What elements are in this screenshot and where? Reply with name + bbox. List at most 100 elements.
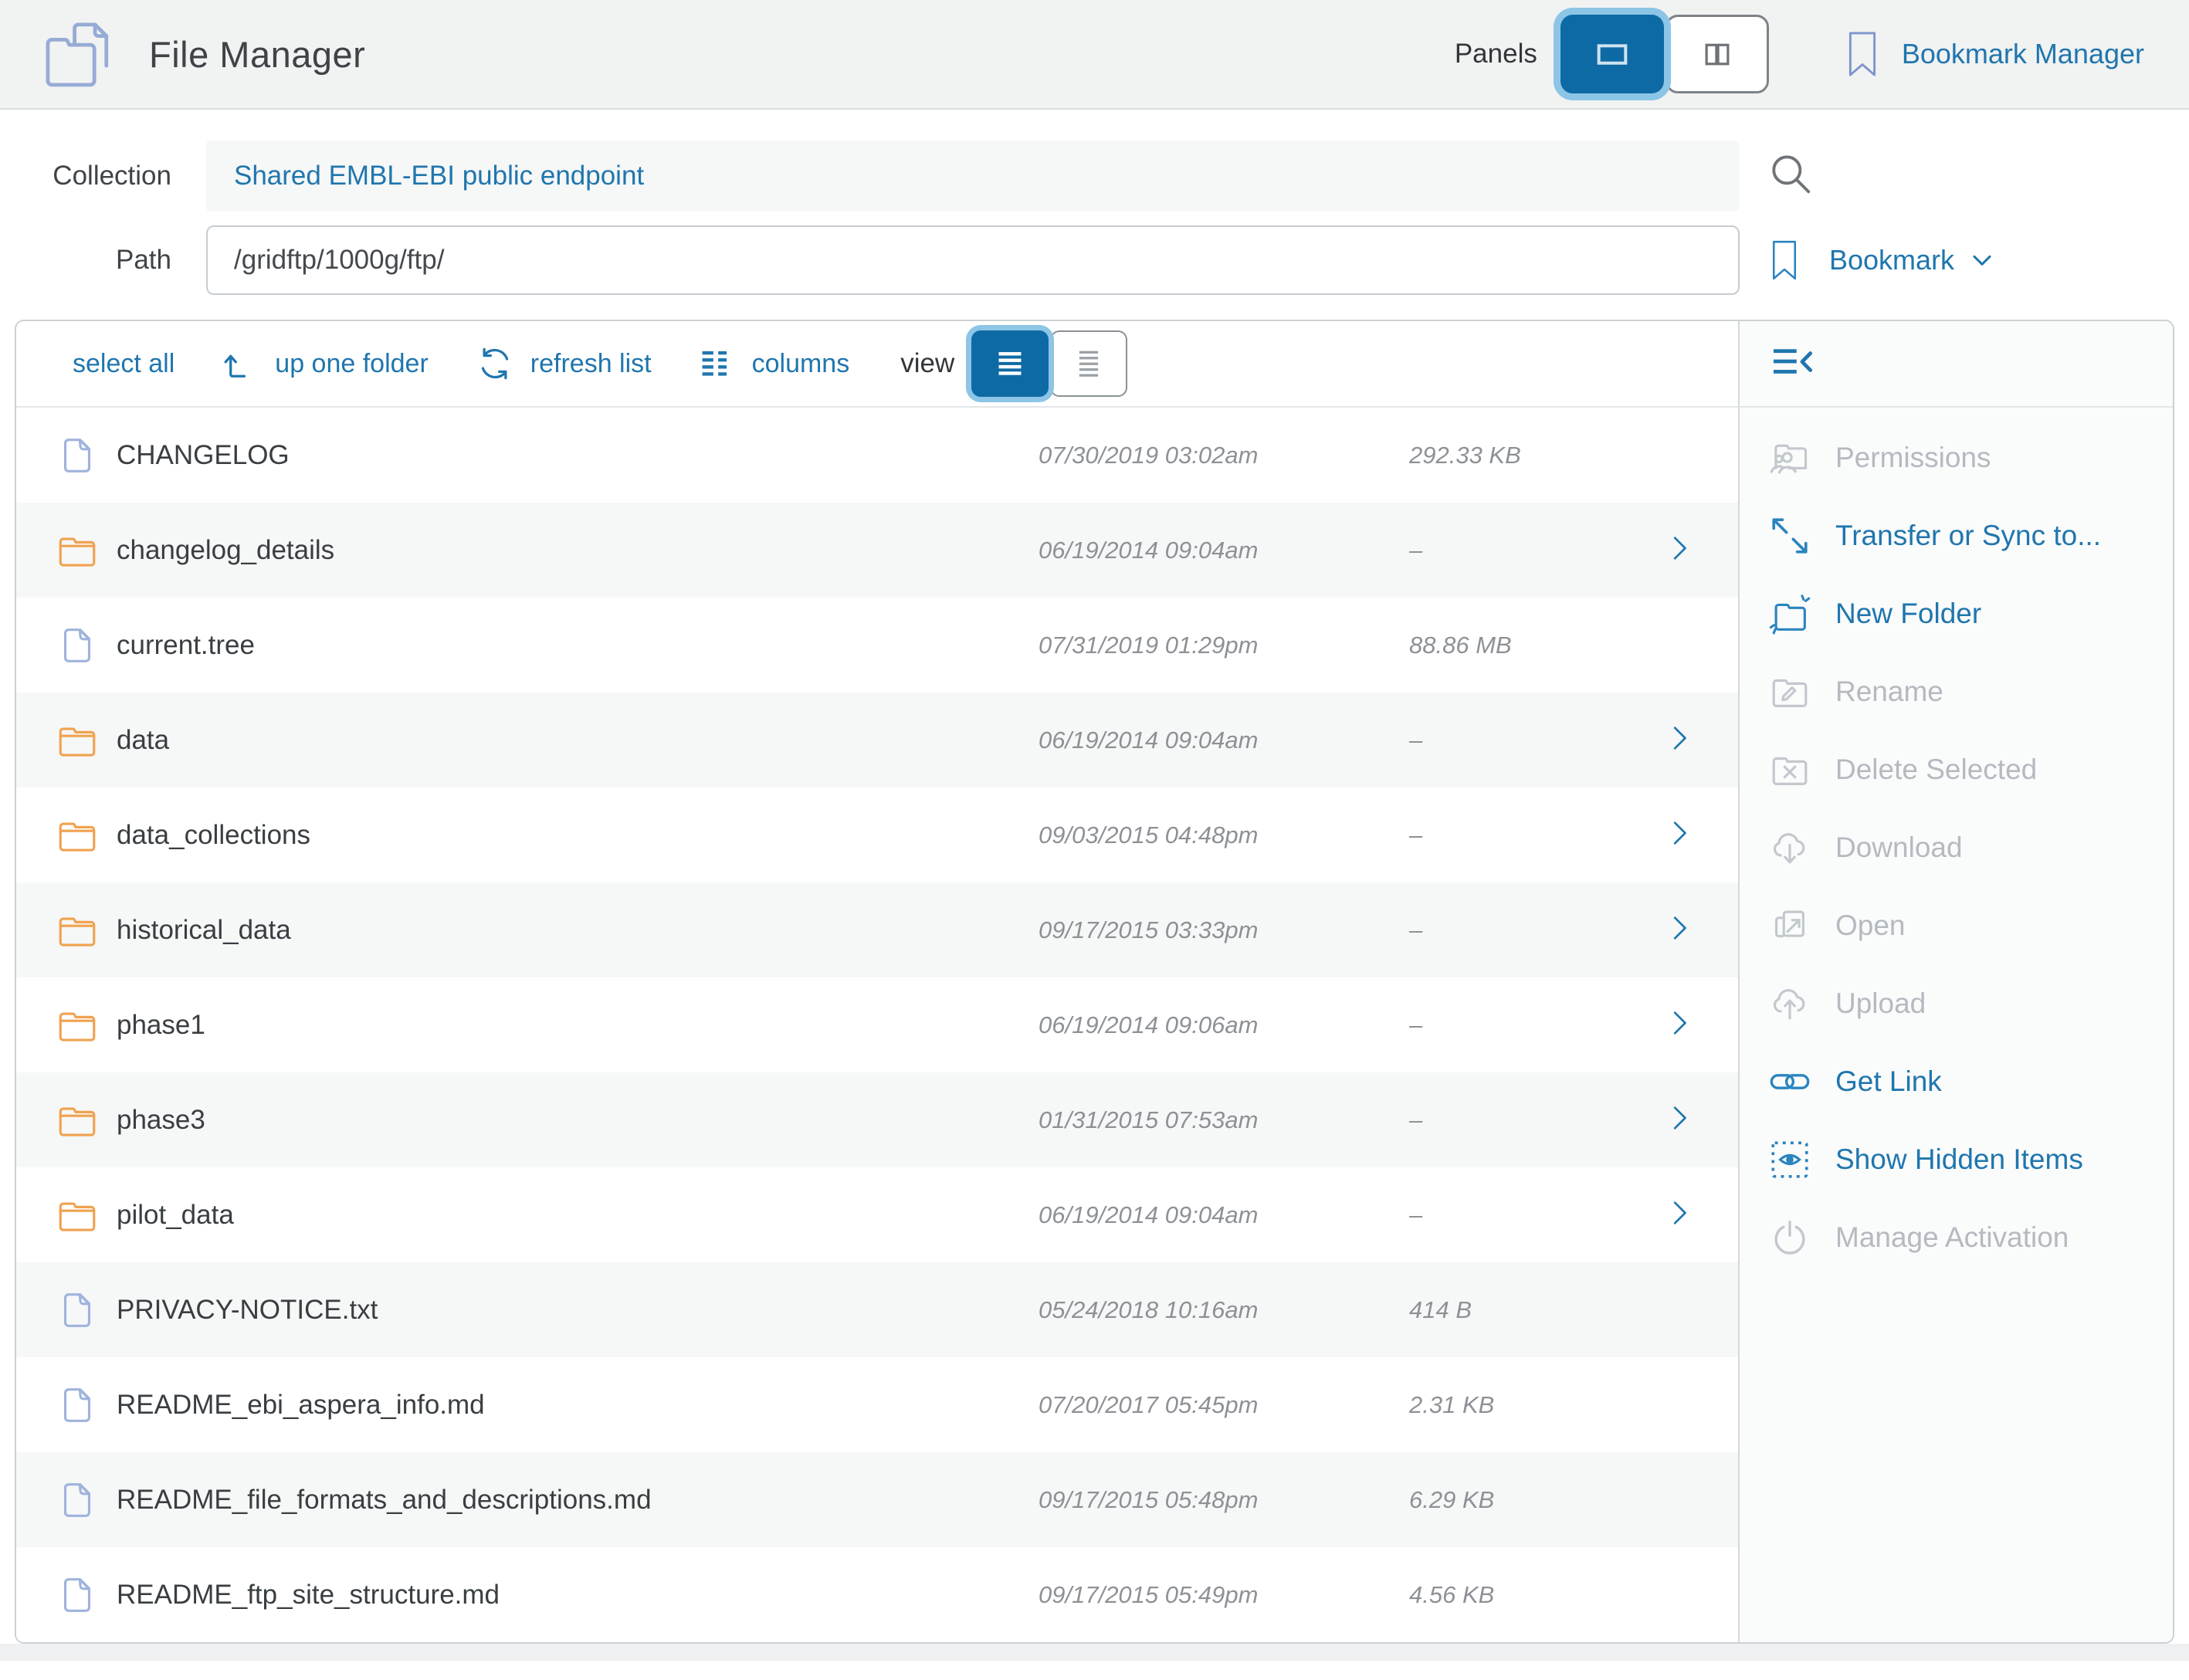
location-section: Collection Shared EMBL-EBI public endpoi… xyxy=(0,110,2189,295)
table-row[interactable]: README_ftp_site_structure.md 09/17/2015 … xyxy=(16,1547,1738,1642)
action-delete-selected: Delete Selected xyxy=(1740,730,2174,808)
upload-icon xyxy=(1767,981,1812,1026)
compact-view-button[interactable] xyxy=(1050,330,1127,397)
folder-icon xyxy=(55,908,100,953)
collection-label: Collection xyxy=(0,161,171,191)
collection-field[interactable]: Shared EMBL-EBI public endpoint xyxy=(206,141,1740,212)
path-input[interactable] xyxy=(206,225,1740,295)
action-open: Open xyxy=(1740,886,2174,964)
refresh-icon xyxy=(475,344,515,384)
file-list-toolbar: select all up one folder refresh list co… xyxy=(16,321,1738,408)
chevron-right-icon xyxy=(1664,1102,1695,1133)
view-toggle xyxy=(971,330,1127,397)
bookmark-manager-link[interactable]: Bookmark Manager xyxy=(1843,29,2144,80)
file-name: historical_data xyxy=(117,915,1039,946)
table-row[interactable]: current.tree 07/31/2019 01:29pm 88.86 MB xyxy=(16,598,1738,693)
bookmark-manager-label: Bookmark Manager xyxy=(1902,38,2144,70)
open-folder-chevron[interactable] xyxy=(1664,913,1738,947)
file-name: README_ebi_aspera_info.md xyxy=(117,1390,1039,1421)
refresh-list-label: refresh list xyxy=(530,349,652,379)
view-label: view xyxy=(900,348,954,379)
file-size: 2.31 KB xyxy=(1409,1391,1664,1419)
bookmark-label: Bookmark xyxy=(1829,244,1954,276)
delete-selected-icon xyxy=(1767,747,1812,792)
get-link-icon xyxy=(1767,1059,1812,1104)
table-row[interactable]: historical_data 09/17/2015 03:33pm – xyxy=(16,882,1738,977)
table-row[interactable]: data 06/19/2014 09:04am – xyxy=(16,693,1738,788)
file-name: phase1 xyxy=(117,1010,1039,1041)
action-label: Upload xyxy=(1835,987,1926,1020)
table-row[interactable]: data_collections 09/03/2015 04:48pm – xyxy=(16,788,1738,882)
folder-icon xyxy=(55,718,100,763)
search-button[interactable] xyxy=(1767,151,1815,202)
table-row[interactable]: README_file_formats_and_descriptions.md … xyxy=(16,1452,1738,1547)
up-one-folder-button[interactable]: up one folder xyxy=(219,344,429,384)
action-new-folder[interactable]: New Folder xyxy=(1740,574,2174,652)
table-row[interactable]: pilot_data 06/19/2014 09:04am – xyxy=(16,1167,1738,1262)
panels-toggle xyxy=(1560,15,1769,93)
bookmark-icon xyxy=(1843,29,1882,80)
compact-view-icon xyxy=(1067,342,1110,385)
file-icon xyxy=(55,1573,100,1617)
file-size: – xyxy=(1409,916,1664,944)
table-row[interactable]: phase3 01/31/2015 07:53am – xyxy=(16,1072,1738,1167)
transfer-icon xyxy=(1767,513,1812,558)
file-date: 09/17/2015 03:33pm xyxy=(1039,916,1409,944)
file-name: current.tree xyxy=(117,630,1039,661)
action-label: Download xyxy=(1835,832,1963,864)
refresh-list-button[interactable]: refresh list xyxy=(475,344,652,384)
file-date: 01/31/2015 07:53am xyxy=(1039,1106,1409,1134)
file-date: 09/17/2015 05:49pm xyxy=(1039,1581,1409,1609)
action-get-link[interactable]: Get Link xyxy=(1740,1042,2174,1120)
action-label: Manage Activation xyxy=(1835,1221,2069,1254)
action-label: New Folder xyxy=(1835,598,1981,630)
file-name: phase3 xyxy=(117,1105,1039,1136)
action-label: Permissions xyxy=(1835,442,1991,474)
action-show-hidden[interactable]: Show Hidden Items xyxy=(1740,1120,2174,1198)
chevron-right-icon xyxy=(1664,913,1695,943)
open-folder-chevron[interactable] xyxy=(1664,1102,1738,1137)
bookmark-dropdown[interactable]: Bookmark xyxy=(1767,237,1998,283)
single-panel-button[interactable] xyxy=(1560,15,1664,93)
file-name: README_file_formats_and_descriptions.md xyxy=(117,1485,1039,1516)
chevron-right-icon xyxy=(1664,1008,1695,1038)
action-download: Download xyxy=(1740,808,2174,886)
file-date: 07/31/2019 01:29pm xyxy=(1039,632,1409,659)
action-manage-activation: Manage Activation xyxy=(1740,1198,2174,1276)
open-folder-chevron[interactable] xyxy=(1664,818,1738,852)
file-size: – xyxy=(1409,1106,1664,1134)
select-all-button[interactable]: select all xyxy=(73,349,175,379)
dual-panel-button[interactable] xyxy=(1665,15,1769,93)
table-row[interactable]: CHANGELOG 07/30/2019 03:02am 292.33 KB xyxy=(16,408,1738,503)
new-folder-icon xyxy=(1767,591,1812,636)
folder-icon xyxy=(55,1098,100,1143)
folder-icon xyxy=(55,528,100,573)
table-row[interactable]: changelog_details 06/19/2014 09:04am – xyxy=(16,503,1738,598)
file-date: 07/20/2017 05:45pm xyxy=(1039,1391,1409,1419)
file-manager-logo-icon xyxy=(42,14,123,94)
file-icon xyxy=(55,623,100,668)
table-row[interactable]: PRIVACY-NOTICE.txt 05/24/2018 10:16am 41… xyxy=(16,1262,1738,1357)
open-folder-chevron[interactable] xyxy=(1664,1197,1738,1232)
action-upload: Upload xyxy=(1740,964,2174,1042)
table-row[interactable]: README_ebi_aspera_info.md 07/20/2017 05:… xyxy=(16,1357,1738,1452)
file-name: pilot_data xyxy=(117,1200,1039,1231)
action-transfer[interactable]: Transfer or Sync to... xyxy=(1740,496,2174,574)
select-all-label: select all xyxy=(73,349,175,379)
file-name: changelog_details xyxy=(117,535,1039,566)
open-folder-chevron[interactable] xyxy=(1664,533,1738,567)
open-folder-chevron[interactable] xyxy=(1664,723,1738,757)
list-view-button[interactable] xyxy=(971,330,1049,397)
list-view-icon xyxy=(988,342,1032,385)
file-date: 09/17/2015 05:48pm xyxy=(1039,1486,1409,1514)
collapse-menu-icon xyxy=(1769,340,1817,384)
columns-button[interactable]: columns xyxy=(696,344,850,384)
action-label: Open xyxy=(1835,909,1906,942)
columns-icon xyxy=(696,344,737,384)
collapse-sidebar-button[interactable] xyxy=(1769,340,1817,388)
table-row[interactable]: phase1 06/19/2014 09:06am – xyxy=(16,977,1738,1072)
action-label: Delete Selected xyxy=(1835,754,2037,786)
open-folder-chevron[interactable] xyxy=(1664,1008,1738,1042)
page-title: File Manager xyxy=(149,33,365,76)
action-label: Get Link xyxy=(1835,1065,1942,1098)
